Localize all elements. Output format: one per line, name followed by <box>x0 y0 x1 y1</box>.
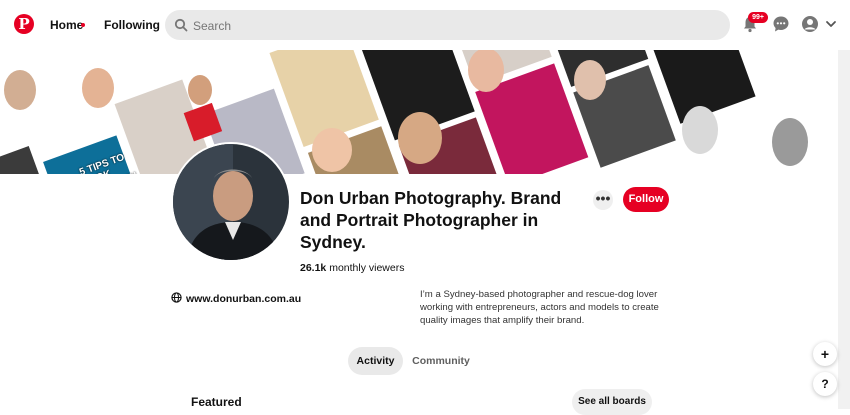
page-scrollbar[interactable] <box>838 50 850 409</box>
profile-photo <box>173 144 289 260</box>
featured-heading: Featured <box>191 395 242 409</box>
see-all-boards-button[interactable]: See all boards <box>572 389 652 415</box>
nav-following-link[interactable]: Following <box>104 18 160 32</box>
follow-button[interactable]: Follow <box>623 187 669 212</box>
help-button[interactable]: ? <box>813 372 837 396</box>
profile-name: Don Urban Photography. Brand and Portrai… <box>300 188 562 252</box>
profile-avatar[interactable] <box>171 142 291 262</box>
viewers-label: monthly viewers <box>329 262 405 274</box>
chevron-down-icon[interactable] <box>825 15 837 33</box>
messages-icon[interactable] <box>772 15 790 33</box>
top-navigation-bar: P Home Following 99+ <box>0 0 850 50</box>
pinterest-logo-icon[interactable]: P <box>14 14 34 34</box>
tab-activity[interactable]: Activity <box>348 347 403 375</box>
search-bar[interactable] <box>165 10 730 42</box>
search-icon <box>174 18 188 32</box>
website-link[interactable]: www.donurban.com.au <box>186 293 301 305</box>
home-notification-dot <box>81 23 85 27</box>
nav-home-link[interactable]: Home <box>50 18 83 32</box>
cover-image-collage: 5 TIPS TO LOOK BETTER IN PHOTOS <box>0 50 838 174</box>
more-options-button[interactable]: ••• <box>593 190 613 210</box>
search-input[interactable] <box>191 10 715 42</box>
tab-community[interactable]: Community <box>410 347 472 375</box>
profile-bio: I’m a Sydney-based photographer and resc… <box>420 289 659 326</box>
monthly-viewers: 26.1k monthly viewers <box>300 262 404 274</box>
notifications-badge: 99+ <box>748 12 768 23</box>
globe-icon <box>171 292 182 303</box>
user-avatar-icon[interactable] <box>801 15 819 33</box>
create-plus-button[interactable]: + <box>813 342 837 366</box>
viewers-count: 26.1k <box>300 262 327 274</box>
